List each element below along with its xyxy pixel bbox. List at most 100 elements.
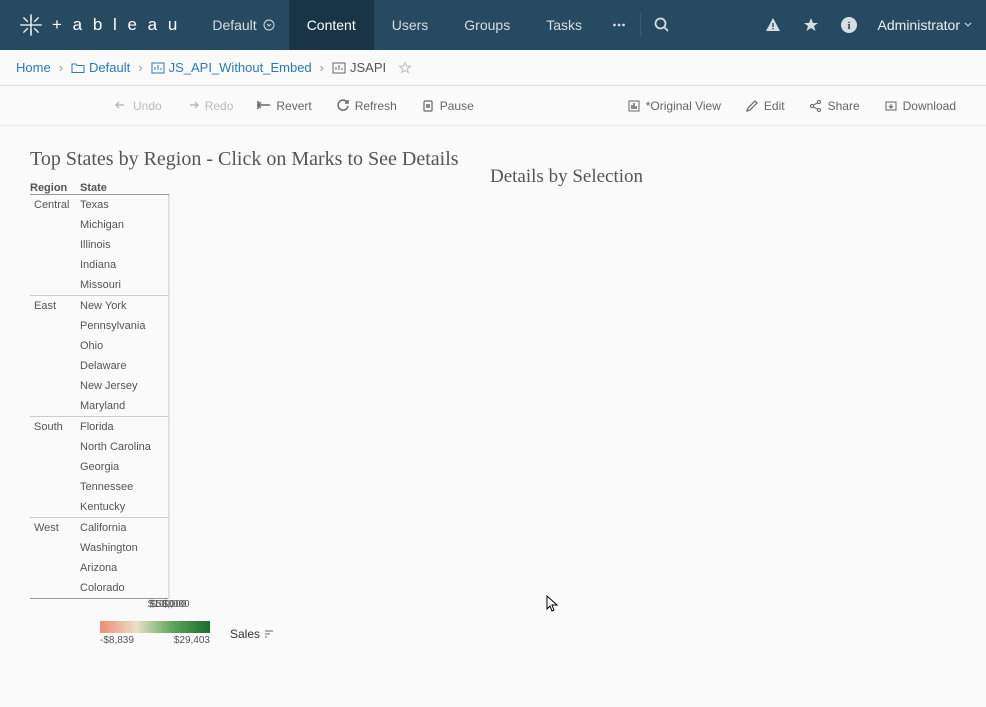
state-cell: Indiana [80,255,168,275]
breadcrumb-separator: › [138,60,142,75]
bar-cell [168,275,169,296]
favorite-star-icon[interactable] [398,61,412,75]
state-cell: Ohio [80,336,168,356]
state-cell: Missouri [80,275,168,296]
axis-tick: $100,000 [148,599,190,610]
tableau-logo[interactable]: + a b l e a u [0,12,198,38]
chart-row: SouthFlorida [30,417,169,438]
site-selector[interactable]: Default [198,17,288,33]
bar-cell [168,518,169,539]
breadcrumb-item[interactable]: Default [71,60,130,75]
bar-cell [168,255,169,275]
nav-tabs: ContentUsersGroupsTasks [289,0,600,50]
breadcrumb: Home›Default›JS_API_Without_Embed›JSAPI [0,50,986,86]
region-cell: South [30,417,80,518]
more-icon[interactable] [610,16,628,34]
bar-cell [168,538,169,558]
view-toolbar: Undo Redo Revert Refresh Pause *Original… [0,86,986,126]
bar-cell [168,417,169,438]
details-pane: Details by Selection [490,146,956,646]
state-cell: Arizona [80,558,168,578]
breadcrumb-separator: › [59,60,63,75]
undo-button[interactable]: Undo [104,95,172,117]
state-cell: North Carolina [80,437,168,457]
axis-label: Sales [230,627,274,641]
bar-cell [168,235,169,255]
tableau-logo-icon [18,12,44,38]
details-title: Details by Selection [490,166,956,188]
region-header: Region [30,182,80,195]
state-cell: Texas [80,195,168,216]
bar-cell [168,215,169,235]
bar-cell [168,356,169,376]
state-cell: New Jersey [80,376,168,396]
bar-cell [168,396,169,417]
search-icon[interactable] [653,16,671,34]
breadcrumb-item[interactable]: JS_API_Without_Embed [151,60,312,75]
color-gradient [100,621,210,633]
view-icon [627,99,641,113]
state-cell: Colorado [80,578,168,599]
bar-cell [168,497,169,518]
share-button[interactable]: Share [799,95,870,117]
refresh-button[interactable]: Refresh [326,95,407,117]
bar-cell [168,477,169,497]
nav-tab-tasks[interactable]: Tasks [528,0,600,50]
refresh-icon [336,99,350,113]
state-cell: Illinois [80,235,168,255]
dashboard-content: Top States by Region - Click on Marks to… [0,126,986,666]
sort-icon[interactable] [264,629,274,639]
top-nav: + a b l e a u Default ContentUsersGroups… [0,0,986,50]
chart-row: EastNew York [30,296,169,317]
user-menu[interactable]: Administrator [878,17,972,33]
bar-cell [168,296,169,317]
chart-table: Region State CentralTexasMichiganIllinoi… [30,182,170,613]
revert-icon [257,99,271,113]
bar-cell [168,195,169,216]
state-cell: Pennsylvania [80,316,168,336]
caret-down-icon [964,21,972,29]
help-icon[interactable]: i [840,16,858,34]
undo-icon [114,99,128,113]
state-cell: Michigan [80,215,168,235]
pencil-icon [745,99,759,113]
x-axis-ticks: $0$50,000$100,000 [168,599,169,613]
bar-cell [168,457,169,477]
chevron-down-icon [263,19,275,31]
bar-cell [168,336,169,356]
nav-tab-groups[interactable]: Groups [446,0,528,50]
state-cell: Florida [80,417,168,438]
state-cell: Delaware [80,356,168,376]
bar-cell [168,437,169,457]
chart-pane: Top States by Region - Click on Marks to… [30,146,460,646]
bar-cell [168,376,169,396]
redo-button[interactable]: Redo [176,95,244,117]
chart-row: CentralTexas [30,195,169,216]
state-cell: New York [80,296,168,317]
alert-icon[interactable] [764,16,782,34]
state-cell: Kentucky [80,497,168,518]
workbook-icon [151,61,165,75]
breadcrumb-separator: › [320,60,324,75]
legend-max: $29,403 [174,635,210,646]
original-view-button[interactable]: *Original View [617,95,731,117]
breadcrumb-item[interactable]: Home [16,60,51,75]
bar-cell [168,578,169,599]
legend-min: -$8,839 [100,635,134,646]
chart-legend: -$8,839 $29,403 Sales [30,621,460,646]
download-button[interactable]: Download [874,95,966,117]
nav-tab-content[interactable]: Content [289,0,374,50]
chart-row: WestCalifornia [30,518,169,539]
state-cell: Maryland [80,396,168,417]
nav-tab-users[interactable]: Users [374,0,447,50]
nav-divider [640,13,641,37]
edit-button[interactable]: Edit [735,95,795,117]
bar-cell [168,558,169,578]
pause-button[interactable]: Pause [411,95,484,117]
redo-icon [186,99,200,113]
favorites-icon[interactable] [802,16,820,34]
revert-button[interactable]: Revert [247,95,321,117]
svg-text:i: i [847,20,850,32]
state-cell: California [80,518,168,539]
view-icon [332,61,346,75]
